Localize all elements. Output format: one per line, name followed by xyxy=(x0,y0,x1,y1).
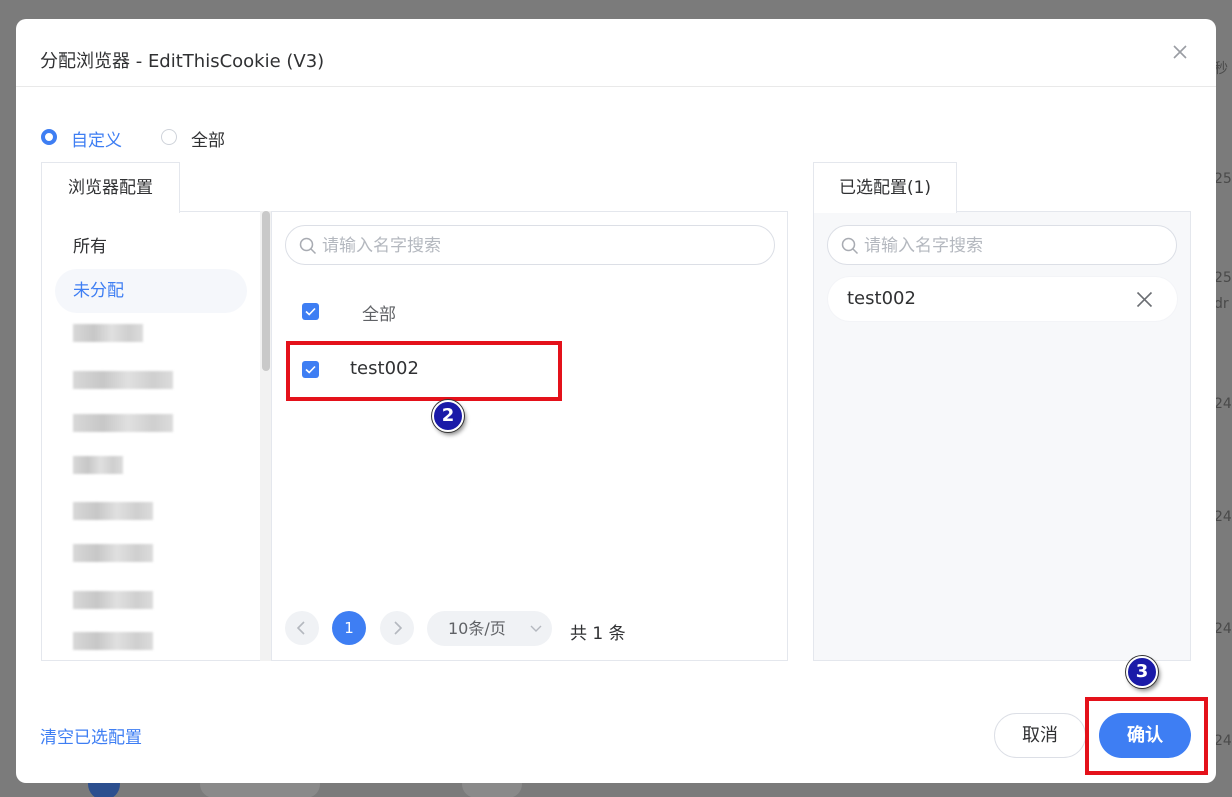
category-item-all[interactable]: 所有 xyxy=(55,225,247,269)
profile-search-input[interactable] xyxy=(322,234,713,258)
cancel-button[interactable]: 取消 xyxy=(994,713,1086,758)
dialog-title: 分配浏览器 - EditThisCookie (V3) xyxy=(40,51,325,72)
search-icon xyxy=(299,237,317,255)
bg-text: 24 xyxy=(1214,733,1232,749)
page-size-value: 10条/页 xyxy=(448,619,506,638)
category-item-blurred[interactable] xyxy=(73,414,173,432)
category-item-blurred[interactable] xyxy=(73,632,153,650)
bg-text: 24 xyxy=(1214,396,1232,412)
select-all-checkbox[interactable] xyxy=(302,303,319,320)
panel-divider xyxy=(271,211,272,661)
profile-search-box[interactable] xyxy=(285,225,775,265)
dialog-header: 分配浏览器 - EditThisCookie (V3) xyxy=(16,19,1216,87)
check-icon xyxy=(305,307,316,316)
step-badge-2: 2 xyxy=(432,400,464,432)
category-item-blurred[interactable] xyxy=(73,371,173,389)
category-item-blurred[interactable] xyxy=(73,502,153,520)
category-item-blurred[interactable] xyxy=(73,456,123,474)
radio-all[interactable] xyxy=(161,129,177,145)
selected-search-input[interactable] xyxy=(864,234,1143,258)
bg-text: 秒 xyxy=(1214,61,1228,77)
radio-all-label[interactable]: 全部 xyxy=(191,126,225,151)
category-item-blurred[interactable] xyxy=(73,544,153,562)
category-scrollbar-thumb[interactable] xyxy=(262,211,270,371)
select-all-label[interactable]: 全部 xyxy=(362,300,396,325)
close-icon[interactable] xyxy=(1172,44,1188,60)
highlight-box-profile xyxy=(286,341,562,401)
remove-icon[interactable] xyxy=(1136,291,1153,308)
pager-page-1[interactable]: 1 xyxy=(332,611,366,645)
bg-text: 24 xyxy=(1214,509,1232,525)
category-item-blurred[interactable] xyxy=(73,324,143,342)
pager-prev-button[interactable] xyxy=(285,611,319,645)
selected-item-name: test002 xyxy=(847,288,916,309)
highlight-box-confirm xyxy=(1085,697,1208,775)
selected-item: test002 xyxy=(828,277,1177,321)
clear-selected-link[interactable]: 清空已选配置 xyxy=(40,723,142,748)
category-list: 所有 未分配 xyxy=(41,211,272,661)
bg-text: dr xyxy=(1214,296,1229,312)
radio-custom[interactable] xyxy=(41,129,57,145)
selected-search-box[interactable] xyxy=(827,225,1177,265)
chevron-down-icon xyxy=(530,625,542,632)
search-icon xyxy=(841,237,859,255)
bg-text: 25 xyxy=(1214,171,1232,187)
step-badge-3: 3 xyxy=(1126,656,1158,688)
pager-total: 共 1 条 xyxy=(570,624,626,644)
chevron-left-icon xyxy=(296,621,305,635)
category-item-unassigned[interactable]: 未分配 xyxy=(55,269,247,313)
page-size-select[interactable]: 10条/页 xyxy=(427,611,552,646)
bg-text: 25 xyxy=(1214,270,1232,286)
tab-selected-config[interactable]: 已选配置(1) xyxy=(813,162,957,213)
radio-custom-label[interactable]: 自定义 xyxy=(71,126,122,151)
category-item-blurred[interactable] xyxy=(73,591,153,609)
chevron-right-icon xyxy=(394,621,403,635)
bg-text: 24 xyxy=(1214,621,1232,637)
tab-browser-config[interactable]: 浏览器配置 xyxy=(41,162,180,213)
pager-next-button[interactable] xyxy=(380,611,414,645)
